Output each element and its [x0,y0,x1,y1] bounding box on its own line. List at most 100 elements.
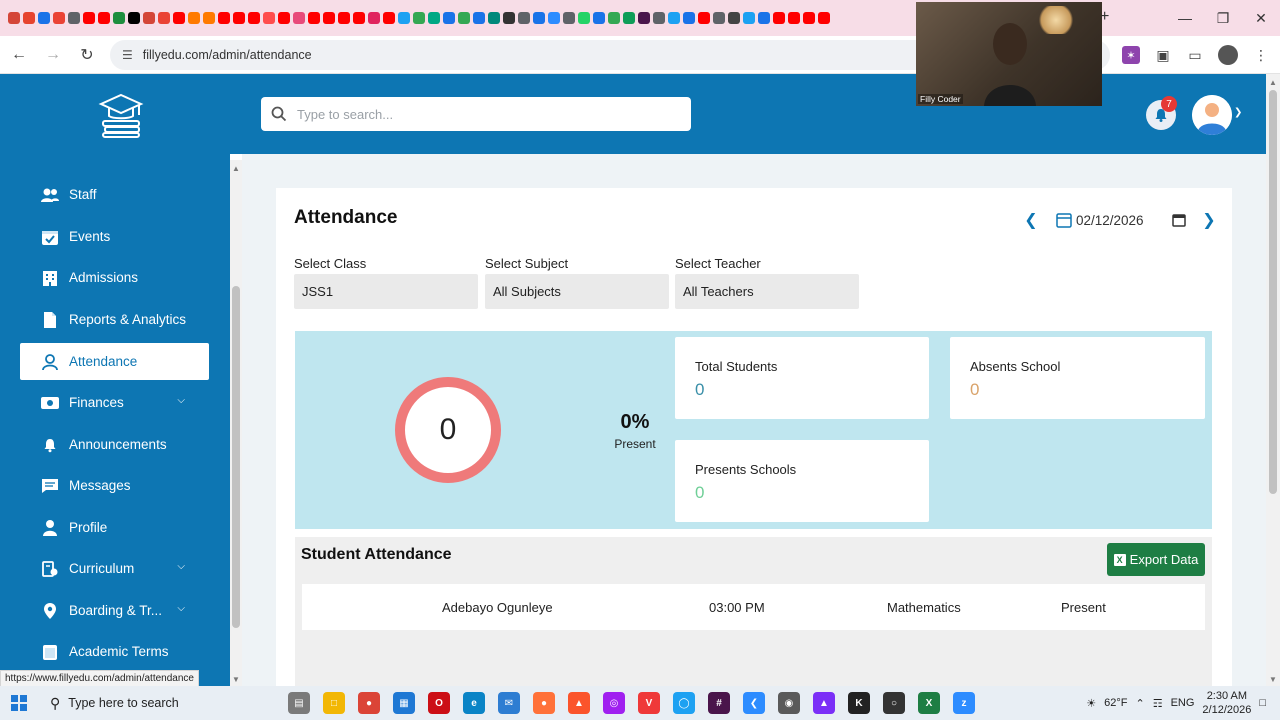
slack-icon[interactable]: # [708,692,730,714]
back-button[interactable]: ← [4,40,34,70]
task-view-icon[interactable]: ▤ [288,692,310,714]
tab-favicon-icon[interactable] [98,12,110,24]
tab-favicon-icon[interactable] [128,12,140,24]
site-info-icon[interactable]: ☰ [122,48,133,62]
notification-center-icon[interactable]: □ [1259,697,1266,709]
tab-favicon-icon[interactable] [263,12,275,24]
sidebar-item-staff[interactable]: Staff [20,176,209,213]
excel-taskbar-icon[interactable]: X [918,692,940,714]
cast-icon[interactable]: ▭ [1186,46,1204,64]
opera-icon[interactable]: O [428,692,450,714]
sidebar-item-events[interactable]: Events [20,218,209,255]
restore-button[interactable]: ❐ [1204,0,1242,36]
start-button[interactable] [0,686,38,720]
scrollbar-thumb[interactable] [232,286,240,628]
sidebar-item-boarding[interactable]: Boarding & Tr... ⌵ [20,592,209,629]
graduation-cap-logo-icon[interactable] [97,91,145,139]
profile-avatar-icon[interactable] [1218,45,1238,65]
close-window-button[interactable]: ✕ [1242,0,1280,36]
weather-icon[interactable]: ☀ [1086,697,1096,710]
file-explorer-icon[interactable]: □ [323,692,345,714]
scroll-down-icon[interactable]: ▼ [232,675,240,684]
tab-favicon-icon[interactable] [173,12,185,24]
tab-favicon-icon[interactable] [563,12,575,24]
sidebar-item-academic-terms[interactable]: Academic Terms [20,633,209,670]
tab-favicon-icon[interactable] [743,12,755,24]
tab-favicon-icon[interactable] [638,12,650,24]
tab-favicon-icon[interactable] [323,12,335,24]
search-input[interactable] [297,106,677,122]
sidebar-item-admissions[interactable]: Admissions [20,259,209,296]
sidebar-item-curriculum[interactable]: Curriculum ⌵ [20,550,209,587]
tab-favicon-icon[interactable] [23,12,35,24]
chevron-down-icon[interactable]: ⌵ [177,561,185,572]
tab-favicon-icon[interactable] [188,12,200,24]
reload-button[interactable]: ↻ [72,40,102,70]
vivaldi-icon[interactable]: V [638,692,660,714]
tab-favicon-icon[interactable] [368,12,380,24]
tab-favicon-icon[interactable] [428,12,440,24]
calendar-picker-icon[interactable] [1172,213,1186,227]
select-subject-dropdown[interactable]: All Subjects [485,274,669,309]
tab-favicon-icon[interactable] [728,12,740,24]
sidebar-item-attendance[interactable]: Attendance [20,343,209,380]
tab-favicon-icon[interactable] [548,12,560,24]
date-input[interactable]: 02/12/2026 [1050,208,1190,232]
tab-favicon-icon[interactable] [278,12,290,24]
tab-favicon-icon[interactable] [623,12,635,24]
sidebar-item-profile[interactable]: Profile [20,509,209,546]
scrollbar-thumb[interactable] [1269,90,1277,494]
tab-favicon-icon[interactable] [533,12,545,24]
search-box[interactable] [261,97,691,131]
tab-favicon-icon[interactable] [308,12,320,24]
sidebar-item-announcements[interactable]: Announcements [20,426,209,463]
tab-favicon-icon[interactable] [248,12,260,24]
vscode-icon[interactable]: ❮ [743,692,765,714]
scroll-up-icon[interactable]: ▲ [1269,78,1277,87]
tab-favicon-icon[interactable] [68,12,80,24]
game-icon[interactable]: ◉ [778,692,800,714]
edge-icon[interactable]: e [463,692,485,714]
tab-favicon-icon[interactable] [53,12,65,24]
scroll-up-icon[interactable]: ▲ [232,164,240,173]
chevron-left-icon[interactable]: ❮ [1022,210,1040,230]
tab-favicon-icon[interactable] [488,12,500,24]
clock[interactable]: 2:30 AM 2/12/2026 [1202,689,1251,717]
scroll-down-icon[interactable]: ▼ [1269,675,1277,684]
forward-button[interactable]: → [38,40,68,70]
tab-favicon-icon[interactable] [608,12,620,24]
tab-favicon-icon[interactable] [758,12,770,24]
page-scrollbar[interactable]: ▲ ▼ [1266,74,1280,686]
tab-favicon-icon[interactable] [233,12,245,24]
tab-favicon-icon[interactable] [818,12,830,24]
extension-icon[interactable]: ✶ [1122,46,1140,64]
tab-favicon-icon[interactable] [683,12,695,24]
tray-chevron-up-icon[interactable]: ⌃ [1135,697,1144,710]
tab-favicon-icon[interactable] [698,12,710,24]
store-icon[interactable]: ▦ [393,692,415,714]
menu-dots-icon[interactable]: ⋮ [1252,46,1270,64]
zoom-icon[interactable]: z [953,692,975,714]
user-avatar[interactable] [1192,95,1232,135]
tab-favicon-icon[interactable] [398,12,410,24]
tab-favicon-icon[interactable] [473,12,485,24]
tab-favicon-icon[interactable] [353,12,365,24]
sidebar-item-messages[interactable]: Messages [20,467,209,504]
tab-favicon-icon[interactable] [413,12,425,24]
tab-favicon-icon[interactable] [668,12,680,24]
tab-favicon-icon[interactable] [383,12,395,24]
figma-icon[interactable]: ▲ [813,692,835,714]
tab-favicon-icon[interactable] [458,12,470,24]
chevron-down-icon[interactable]: ⌵ [177,603,185,614]
brave-icon[interactable]: ▲ [568,692,590,714]
chevron-down-icon[interactable]: ⌵ [177,395,185,406]
tab-favicon-icon[interactable] [788,12,800,24]
tab-favicon-icon[interactable] [443,12,455,24]
tab-favicon-icon[interactable] [113,12,125,24]
tab-favicon-icon[interactable] [8,12,20,24]
table-row[interactable]: Adebayo Ogunleye 03:00 PM Mathematics Pr… [302,584,1205,630]
tab-favicon-icon[interactable] [503,12,515,24]
chevron-down-icon[interactable]: ❯ [1234,107,1242,118]
minimize-button[interactable]: — [1166,0,1204,36]
chevron-right-icon[interactable]: ❯ [1200,210,1218,230]
